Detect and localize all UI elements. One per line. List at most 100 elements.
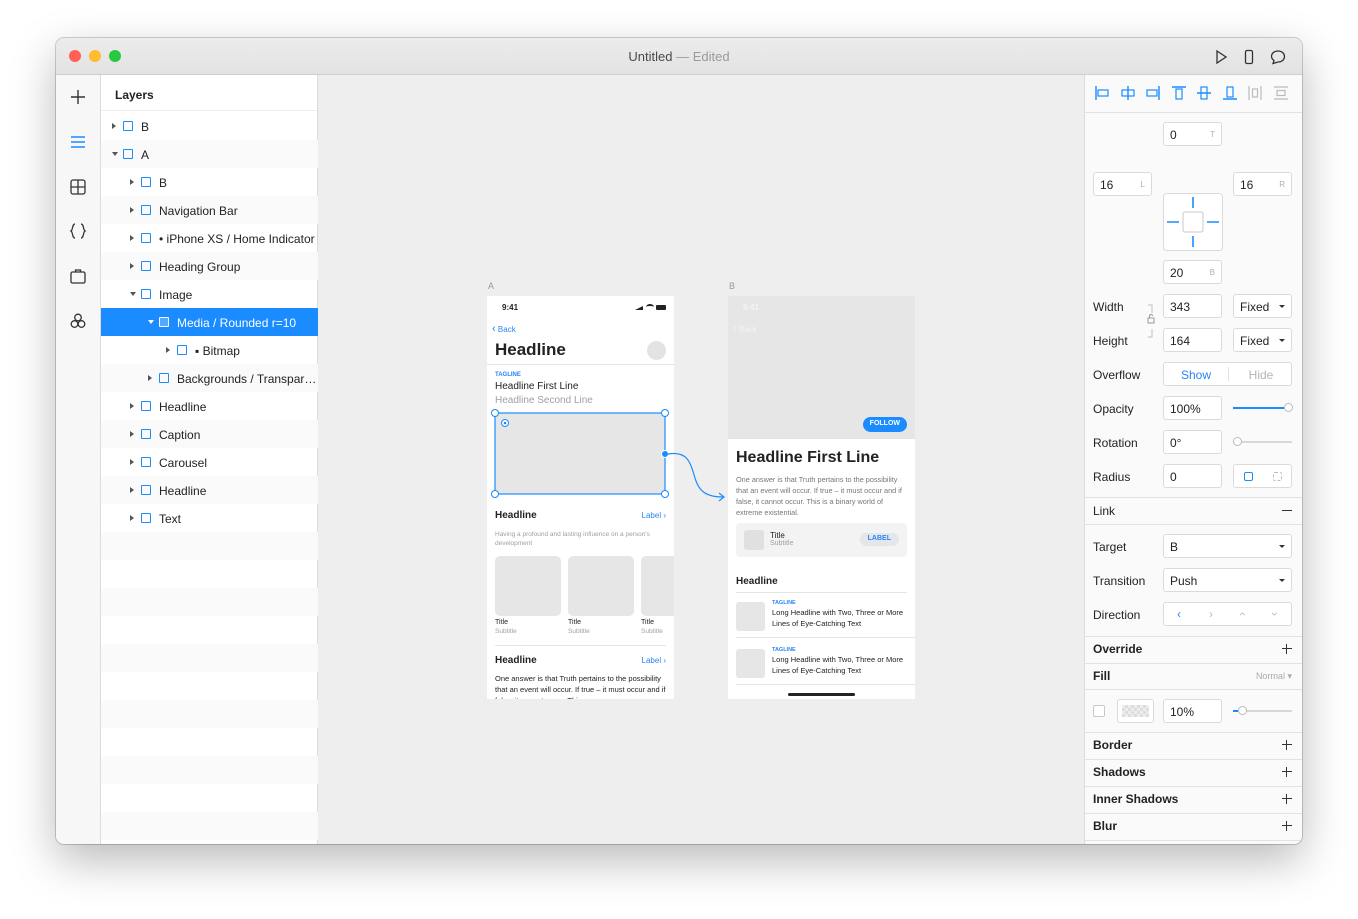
- disclosure-closed-icon[interactable]: [130, 515, 134, 521]
- fill-enabled-checkbox[interactable]: [1093, 705, 1105, 717]
- add-section-button[interactable]: [1282, 767, 1292, 777]
- cell-label-button[interactable]: LABEL: [859, 533, 899, 546]
- disclosure-closed-icon[interactable]: [112, 123, 116, 129]
- code-icon[interactable]: [68, 221, 88, 241]
- slider-knob[interactable]: [1238, 706, 1247, 715]
- direction-right-icon[interactable]: ›: [1209, 607, 1213, 621]
- styles-icon[interactable]: [68, 311, 88, 331]
- height-field[interactable]: 164: [1163, 328, 1222, 352]
- radius-individual-icon[interactable]: [1273, 472, 1282, 481]
- disclosure-closed-icon[interactable]: [130, 487, 134, 493]
- direction-down-icon[interactable]: ›: [1268, 612, 1282, 616]
- align-left-icon[interactable]: [1093, 84, 1111, 102]
- align-top-icon[interactable]: [1170, 84, 1188, 102]
- collapse-link-button[interactable]: [1282, 510, 1292, 512]
- play-icon[interactable]: [1213, 49, 1229, 65]
- width-field[interactable]: 343: [1163, 294, 1222, 318]
- resize-handle[interactable]: [491, 409, 499, 417]
- disclosure-closed-icon[interactable]: [130, 207, 134, 213]
- layers-icon[interactable]: [68, 132, 88, 152]
- layer-row[interactable]: Media / Rounded r=10: [101, 308, 318, 336]
- overflow-hide[interactable]: Hide: [1229, 368, 1293, 382]
- disclosure-closed-icon[interactable]: [130, 459, 134, 465]
- follow-button[interactable]: FOLLOW: [862, 417, 907, 432]
- direction-up-icon[interactable]: ‹: [1236, 612, 1250, 616]
- layer-row[interactable]: Headline: [101, 392, 318, 420]
- link-handle[interactable]: [661, 450, 669, 458]
- align-middle-v-icon[interactable]: [1195, 84, 1213, 102]
- layer-row[interactable]: A: [101, 140, 318, 168]
- briefcase-icon[interactable]: [68, 266, 88, 286]
- canvas[interactable]: A 9:41 ‹ Back Headline TAGLINE Headline …: [318, 75, 1084, 844]
- profile-cell[interactable]: Title Subtitle LABEL: [736, 523, 907, 557]
- disclosure-closed-icon[interactable]: [130, 263, 134, 269]
- plus-icon[interactable]: [68, 87, 88, 107]
- layer-row[interactable]: B: [101, 168, 318, 196]
- section-link[interactable]: Label ›: [642, 511, 666, 520]
- add-section-button[interactable]: [1282, 821, 1292, 831]
- slider-knob[interactable]: [1233, 437, 1242, 446]
- disclosure-open-icon[interactable]: [148, 320, 154, 324]
- list-thumbnail[interactable]: [736, 602, 765, 631]
- resize-handle[interactable]: [661, 409, 669, 417]
- height-mode-select[interactable]: Fixed: [1233, 328, 1292, 352]
- comment-icon[interactable]: [1270, 49, 1286, 65]
- disclosure-closed-icon[interactable]: [148, 375, 152, 381]
- target-select[interactable]: B: [1163, 534, 1292, 558]
- align-right-icon[interactable]: [1144, 84, 1162, 102]
- distribute-h-icon[interactable]: [1246, 84, 1264, 102]
- components-icon[interactable]: [68, 177, 88, 197]
- resize-handle[interactable]: [661, 490, 669, 498]
- pin-right-field[interactable]: 16 R: [1233, 172, 1292, 196]
- align-center-h-icon[interactable]: [1119, 84, 1137, 102]
- artboard-a-label[interactable]: A: [488, 281, 494, 291]
- radius-uniform-icon[interactable]: [1244, 472, 1253, 481]
- layer-row[interactable]: Image: [101, 280, 318, 308]
- card-image[interactable]: [641, 556, 674, 616]
- overflow-show[interactable]: Show: [1164, 368, 1228, 382]
- artboard-b[interactable]: 9:41 ‹ Back FOLLOW Headline First Line O…: [728, 296, 915, 699]
- opacity-field[interactable]: 100%: [1163, 396, 1222, 420]
- artboard-b-label[interactable]: B: [729, 281, 735, 291]
- layer-row[interactable]: • iPhone XS / Home Indicator: [101, 224, 318, 252]
- pin-left-field[interactable]: 16 L: [1093, 172, 1152, 196]
- fill-opacity-field[interactable]: 10%: [1163, 699, 1222, 723]
- direction-left-icon[interactable]: ‹: [1177, 607, 1181, 621]
- layer-row[interactable]: Headline: [101, 476, 318, 504]
- align-bottom-icon[interactable]: [1221, 84, 1239, 102]
- card-image[interactable]: [495, 556, 561, 616]
- blend-mode-select[interactable]: Normal ▾: [1256, 671, 1292, 682]
- radius-field[interactable]: 0: [1163, 464, 1222, 488]
- back-button[interactable]: ‹ Back: [733, 323, 757, 335]
- resize-handle[interactable]: [491, 490, 499, 498]
- device-icon[interactable]: [1241, 49, 1257, 65]
- layer-row[interactable]: Carousel: [101, 448, 318, 476]
- distribute-v-icon[interactable]: [1272, 84, 1290, 102]
- lock-icon[interactable]: [1147, 303, 1155, 339]
- opacity-slider[interactable]: [1233, 403, 1293, 412]
- layer-row[interactable]: B: [101, 112, 318, 140]
- layer-row[interactable]: Text: [101, 504, 318, 532]
- fill-color-well[interactable]: [1117, 699, 1154, 723]
- width-mode-select[interactable]: Fixed: [1233, 294, 1292, 318]
- layer-row[interactable]: Caption: [101, 420, 318, 448]
- layer-row[interactable]: ▪ Bitmap: [101, 336, 318, 364]
- rotation-slider[interactable]: [1233, 437, 1292, 446]
- transition-select[interactable]: Push: [1163, 568, 1292, 592]
- disclosure-closed-icon[interactable]: [130, 431, 134, 437]
- layer-row[interactable]: Heading Group: [101, 252, 318, 280]
- add-section-button[interactable]: [1282, 794, 1292, 804]
- rotation-field[interactable]: 0°: [1163, 430, 1222, 454]
- disclosure-closed-icon[interactable]: [130, 235, 134, 241]
- slider-knob[interactable]: [1284, 403, 1293, 412]
- layer-row[interactable]: Backgrounds / Transpar…: [101, 364, 318, 392]
- disclosure-closed-icon[interactable]: [166, 347, 170, 353]
- fill-opacity-slider[interactable]: [1233, 706, 1292, 715]
- pin-top-field[interactable]: 0T: [1163, 122, 1222, 146]
- section2-link[interactable]: Label ›: [642, 656, 666, 665]
- layer-row[interactable]: Navigation Bar: [101, 196, 318, 224]
- disclosure-closed-icon[interactable]: [130, 403, 134, 409]
- card-image[interactable]: [568, 556, 634, 616]
- disclosure-open-icon[interactable]: [130, 292, 136, 296]
- list-thumbnail[interactable]: [736, 649, 765, 678]
